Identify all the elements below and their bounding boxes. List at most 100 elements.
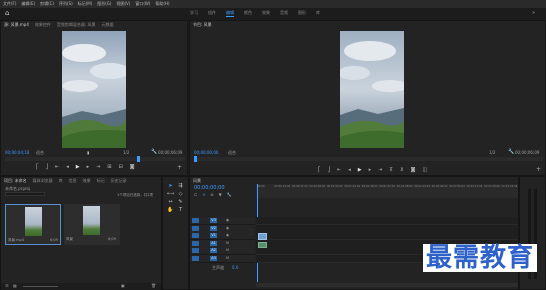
track-source-toggle[interactable] xyxy=(192,233,199,238)
timeline-tab[interactable]: 风景 xyxy=(193,178,201,184)
menu-item[interactable]: 标记(M) xyxy=(78,1,93,7)
source-ratio-select[interactable]: 1/2 xyxy=(123,150,129,155)
track-select-icon[interactable]: ⇶ xyxy=(177,183,184,190)
panel-tab[interactable]: 项目: 未命名 xyxy=(4,178,27,184)
mark-out-icon[interactable]: ⎦ xyxy=(46,164,49,170)
add-marker-icon[interactable]: ▼ xyxy=(219,192,222,197)
source-timecode[interactable]: 00;00;04;18 xyxy=(5,150,29,155)
workspace-tab[interactable]: 组件 xyxy=(208,10,216,17)
nest-icon[interactable]: ⊏ xyxy=(194,192,197,197)
source-fit-select[interactable]: 适合 xyxy=(36,150,44,156)
program-play-icon[interactable]: ▶ xyxy=(358,167,362,173)
workspace-tab[interactable]: 效果 xyxy=(262,10,270,17)
zoom-slider[interactable] xyxy=(23,286,58,287)
eye-icon[interactable]: ◉ xyxy=(226,233,229,237)
program-timecode[interactable]: 00;00;00;00 xyxy=(194,150,218,155)
track-source-toggle[interactable] xyxy=(192,218,199,223)
workspace-tab[interactable]: 颜色 xyxy=(244,10,252,17)
menu-item[interactable]: 编辑(E) xyxy=(21,1,35,7)
program-mark-out-icon[interactable]: ⎦ xyxy=(328,167,331,173)
list-view-icon[interactable]: ☰ xyxy=(5,283,9,288)
menu-item[interactable]: 图形(G) xyxy=(97,1,111,7)
hand-tool-icon[interactable]: ✋ xyxy=(167,207,174,214)
export-frame-icon[interactable]: ◙ xyxy=(130,164,135,170)
go-to-out-icon[interactable]: ⇥ xyxy=(96,164,100,170)
menu-item[interactable]: 文件(F) xyxy=(3,1,16,7)
video-clip[interactable] xyxy=(258,233,267,240)
panel-tab[interactable]: 音频剪辑混合器: 风景 xyxy=(57,22,96,28)
menu-item[interactable]: 序列(S) xyxy=(59,1,73,7)
menu-item[interactable]: 剪辑(C) xyxy=(40,1,54,7)
menu-item[interactable]: 帮助(H) xyxy=(155,1,169,7)
program-export-frame-icon[interactable]: ◙ xyxy=(411,167,416,173)
linked-selection-icon[interactable]: ⊗ xyxy=(210,192,213,197)
panel-tab[interactable]: 库 xyxy=(59,178,63,184)
mute-icon[interactable]: M xyxy=(226,248,229,252)
insert-icon[interactable]: ⊞ xyxy=(107,164,111,170)
track-source-toggle[interactable] xyxy=(192,225,199,231)
new-item-icon[interactable]: ▣ xyxy=(121,283,125,288)
mute-icon[interactable]: M xyxy=(226,241,229,245)
panel-tab[interactable]: 效果控件 xyxy=(35,22,51,28)
icon-view-icon[interactable]: ▦ xyxy=(13,283,17,288)
eye-icon[interactable]: ◉ xyxy=(226,218,229,222)
menu-item[interactable]: 视图(V) xyxy=(116,1,130,7)
source-scrubber[interactable] xyxy=(5,156,185,162)
audio-clip[interactable] xyxy=(258,242,267,248)
master-track-value[interactable]: 0.0 xyxy=(232,265,238,270)
program-add-button[interactable]: + xyxy=(536,166,541,173)
timeline-timecode[interactable]: 00;00;00;00 xyxy=(194,185,225,191)
panel-tab[interactable]: 效果 xyxy=(83,178,91,184)
panel-tab[interactable]: 历史记录 xyxy=(111,178,127,184)
workspace-tab[interactable]: 图形 xyxy=(298,10,306,17)
workspace-tab[interactable]: 编辑 xyxy=(226,10,234,17)
timeline-zoom-scrollbar[interactable] xyxy=(256,283,518,287)
workspace-tab[interactable]: 音频 xyxy=(280,10,288,17)
workspace-tab[interactable]: 学习 xyxy=(190,10,198,17)
source-settings-icon[interactable]: ▮ xyxy=(87,150,89,155)
workspace-tab[interactable]: 库 xyxy=(316,10,320,17)
comparison-view-icon[interactable]: ◫ xyxy=(423,167,428,173)
step-forward-icon[interactable]: ▸ xyxy=(87,164,90,170)
program-playhead[interactable] xyxy=(194,156,197,162)
mute-icon[interactable]: M xyxy=(226,256,229,260)
program-step-back-icon[interactable]: ◂ xyxy=(348,167,351,173)
lift-icon[interactable]: ⊼ xyxy=(389,167,393,173)
ripple-edit-icon[interactable]: ⟷ xyxy=(167,191,174,198)
project-search-input[interactable] xyxy=(5,192,45,196)
menu-item[interactable]: 窗口(W) xyxy=(135,1,150,7)
extract-icon[interactable]: ⊻ xyxy=(400,167,404,173)
home-icon[interactable]: ⌂ xyxy=(5,10,12,17)
timeline-settings-icon[interactable]: 🔧 xyxy=(227,192,232,197)
source-playhead[interactable] xyxy=(137,156,140,162)
project-item-clip[interactable]: 风景.mp4 6;09 xyxy=(5,204,61,245)
panel-tab[interactable]: 节目: 风景 xyxy=(193,22,212,28)
go-to-in-icon[interactable]: ⇤ xyxy=(55,164,59,170)
eye-icon[interactable]: ◉ xyxy=(226,226,229,230)
type-tool-icon[interactable]: T xyxy=(177,207,184,214)
source-add-button[interactable]: + xyxy=(177,164,182,171)
overwrite-icon[interactable]: ⊟ xyxy=(119,164,123,170)
program-go-to-out-icon[interactable]: ⇥ xyxy=(378,167,382,173)
workspace-menu-icon[interactable]: » xyxy=(532,10,535,16)
track-header[interactable]: A3 M xyxy=(190,254,255,263)
panel-tab[interactable]: 源: 风景.mp4 xyxy=(4,22,29,28)
snap-icon[interactable]: ∩ xyxy=(202,192,205,197)
pen-tool-icon[interactable]: ✎ xyxy=(177,199,184,206)
program-ratio-select[interactable]: 1/2 xyxy=(489,150,495,155)
track-source-toggle[interactable] xyxy=(192,240,199,246)
program-step-forward-icon[interactable]: ▸ xyxy=(369,167,372,173)
wrench-icon[interactable]: 🔧 xyxy=(151,149,157,155)
project-item-sequence[interactable]: 风景 6;09 xyxy=(64,204,120,245)
program-go-to-in-icon[interactable]: ⇤ xyxy=(337,167,341,173)
program-wrench-icon[interactable]: 🔧 xyxy=(508,149,514,155)
step-back-icon[interactable]: ◂ xyxy=(66,164,69,170)
panel-tab[interactable]: 信息 xyxy=(69,178,77,184)
panel-tab[interactable]: 元数据 xyxy=(102,22,114,28)
timeline-ruler[interactable]: 00;00 00;00;16;00 00;00;32;00 00;00;48;00 00… xyxy=(256,184,518,198)
program-mark-in-icon[interactable]: ⎡ xyxy=(318,167,321,173)
play-icon[interactable]: ▶ xyxy=(76,164,80,170)
track-source-toggle[interactable] xyxy=(192,255,199,261)
selection-tool-icon[interactable]: ➤ xyxy=(167,183,174,190)
panel-tab[interactable]: 标记 xyxy=(97,178,105,184)
